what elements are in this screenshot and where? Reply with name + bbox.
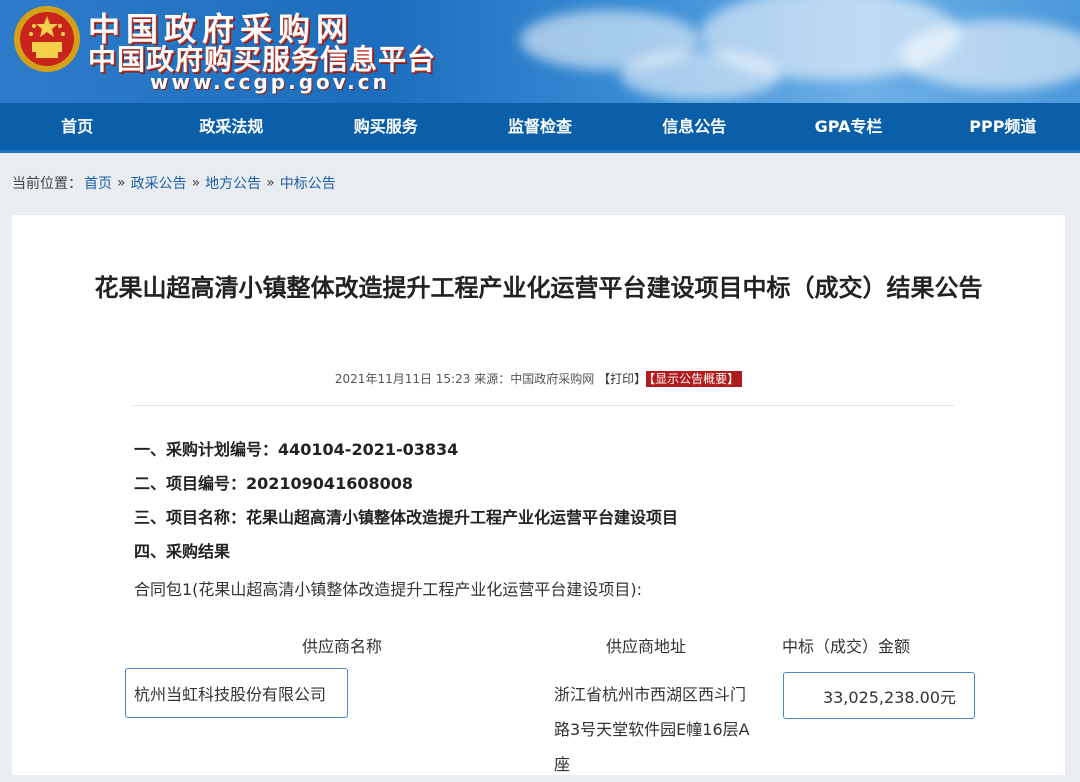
breadcrumb-separator: » — [117, 175, 126, 191]
article-card: 花果山超高清小镇整体改造提升工程产业化运营平台建设项目中标（成交）结果公告 20… — [12, 215, 1065, 775]
breadcrumb-prefix: 当前位置： — [12, 176, 82, 192]
breadcrumb-separator: » — [191, 175, 201, 191]
banner-cloud — [900, 20, 1080, 90]
breadcrumb-award-notices[interactable]: 中标公告 — [280, 173, 336, 193]
nav-purchase-services[interactable]: 购买服务 — [309, 102, 463, 152]
breadcrumb-home[interactable]: 首页 — [84, 173, 112, 193]
nav-supervision[interactable]: 监督检查 — [463, 102, 617, 152]
meta-divider — [132, 405, 954, 406]
project-name: 三、项目名称：花果山超高清小镇整体改造提升工程产业化运营平台建设项目 — [134, 508, 679, 527]
header-banner: 中国政府采购网 中国政府购买服务信息平台 www.ccgp.gov.cn — [0, 0, 1080, 103]
supplier-address-cell: 浙江省杭州市西湖区西斗门路3号天堂软件园E幢16层A座 — [554, 685, 750, 774]
supplier-name-cell: 杭州当虹科技股份有限公司 — [125, 668, 348, 718]
show-summary-button[interactable]: 【显示公告概要】 — [646, 371, 743, 387]
banner-cloud — [620, 50, 780, 100]
plan-number: 一、采购计划编号：440104-2021-03834 — [134, 440, 459, 459]
breadcrumb-local-notices[interactable]: 地方公告 — [205, 173, 261, 193]
breadcrumb: 当前位置： 首页 » 政采公告 » 地方公告 » 中标公告 — [0, 153, 1080, 213]
site-url: www.ccgp.gov.cn — [150, 70, 390, 94]
breadcrumb-procurement-notices[interactable]: 政采公告 — [131, 173, 187, 193]
nav-regulations[interactable]: 政采法规 — [154, 102, 308, 152]
procurement-result-heading: 四、采购结果 — [134, 542, 231, 561]
breadcrumb-separator: » — [266, 175, 275, 191]
award-amount-cell: 33,025,238.00元 — [783, 672, 975, 719]
article-meta: 2021年11月11日 15:23 来源：中国政府采购网 【打印】 【显示公告概要… — [12, 370, 1065, 387]
col-award-amount: 中标（成交）金额 — [782, 637, 911, 656]
nav-ppp[interactable]: PPP频道 — [926, 102, 1080, 152]
national-emblem-icon — [14, 6, 80, 72]
publish-date: 2021年11月11日 15:23 — [334, 372, 471, 386]
project-number: 二、项目编号：202109041608008 — [134, 474, 413, 493]
article-source: 来源：中国政府采购网 — [474, 372, 595, 386]
main-nav: 首页 政采法规 购买服务 监督检查 信息公告 GPA专栏 PPP频道 — [0, 103, 1080, 153]
nav-announcements[interactable]: 信息公告 — [617, 102, 771, 152]
contract-package: 合同包1(花果山超高清小镇整体改造提升工程产业化运营平台建设项目): — [134, 580, 643, 599]
article-title: 花果山超高清小镇整体改造提升工程产业化运营平台建设项目中标（成交）结果公告 — [94, 274, 983, 302]
col-supplier-name: 供应商名称 — [302, 637, 383, 656]
col-supplier-address: 供应商地址 — [606, 637, 687, 656]
print-link[interactable]: 【打印】 — [598, 372, 646, 386]
nav-gpa[interactable]: GPA专栏 — [771, 102, 925, 152]
nav-home[interactable]: 首页 — [0, 102, 154, 152]
